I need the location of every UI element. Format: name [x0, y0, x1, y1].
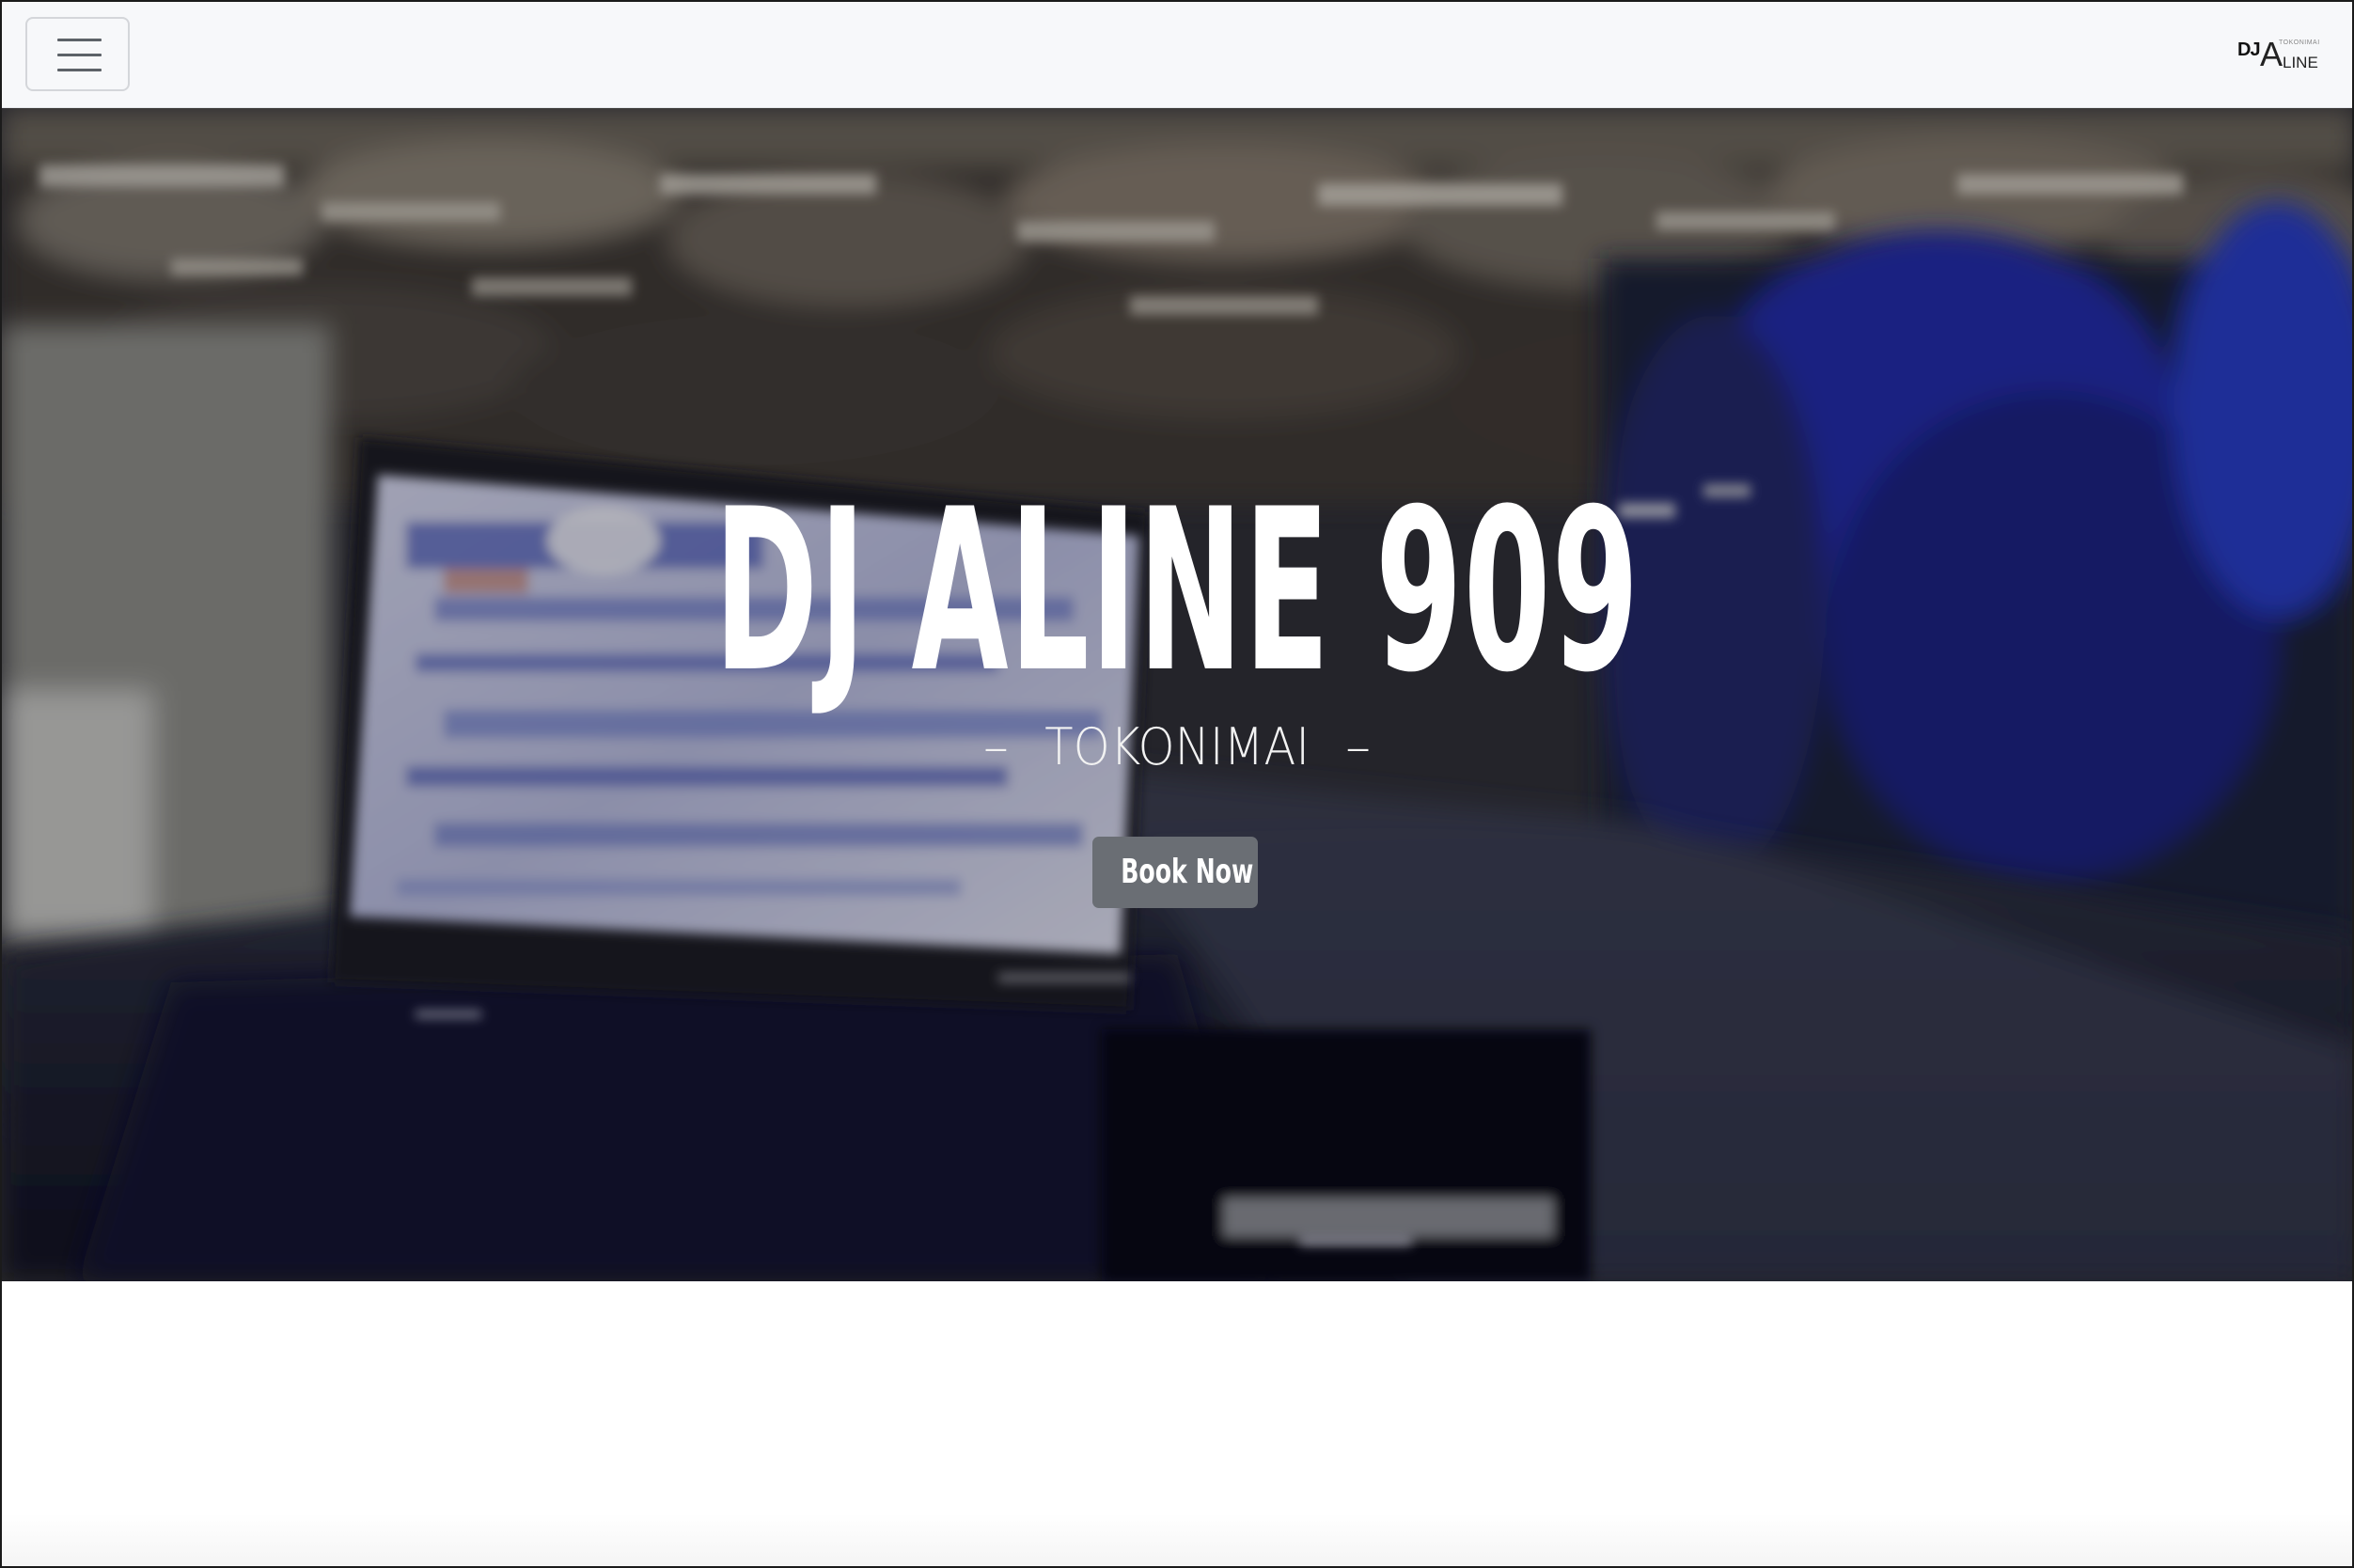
subtitle-dash-right: – — [1345, 717, 1372, 776]
hero-title: DJ ALINE 909 — [714, 462, 1640, 722]
top-navbar: DJ A TOKONIMAI LINE — [2, 2, 2352, 108]
book-now-button[interactable]: Book Now — [1092, 837, 1258, 908]
hero-section: DJ ALINE 909 – TOKONIMAI – Book Now — [2, 108, 2352, 1281]
hero-subtitle: – TOKONIMAI – — [2, 714, 2352, 780]
logo-line-text: LINE — [2283, 54, 2318, 71]
hero-content: DJ ALINE 909 – TOKONIMAI – Book Now — [2, 108, 2352, 1281]
logo-dj-text: DJ — [2237, 39, 2261, 60]
navbar-toggle-button[interactable] — [25, 17, 130, 91]
page: DJ A TOKONIMAI LINE DJ ALINE 909 – TOKON… — [0, 0, 2354, 1568]
bottom-fade — [2, 1513, 2352, 1566]
subtitle-text: TOKONIMAI — [1044, 717, 1310, 776]
content-area — [2, 1281, 2352, 1566]
brand-logo[interactable]: DJ A TOKONIMAI LINE — [2237, 36, 2320, 73]
book-now-label: Book Now — [1121, 853, 1254, 891]
logo-tagline: TOKONIMAI — [2279, 39, 2320, 46]
subtitle-dash-left: – — [982, 717, 1009, 776]
